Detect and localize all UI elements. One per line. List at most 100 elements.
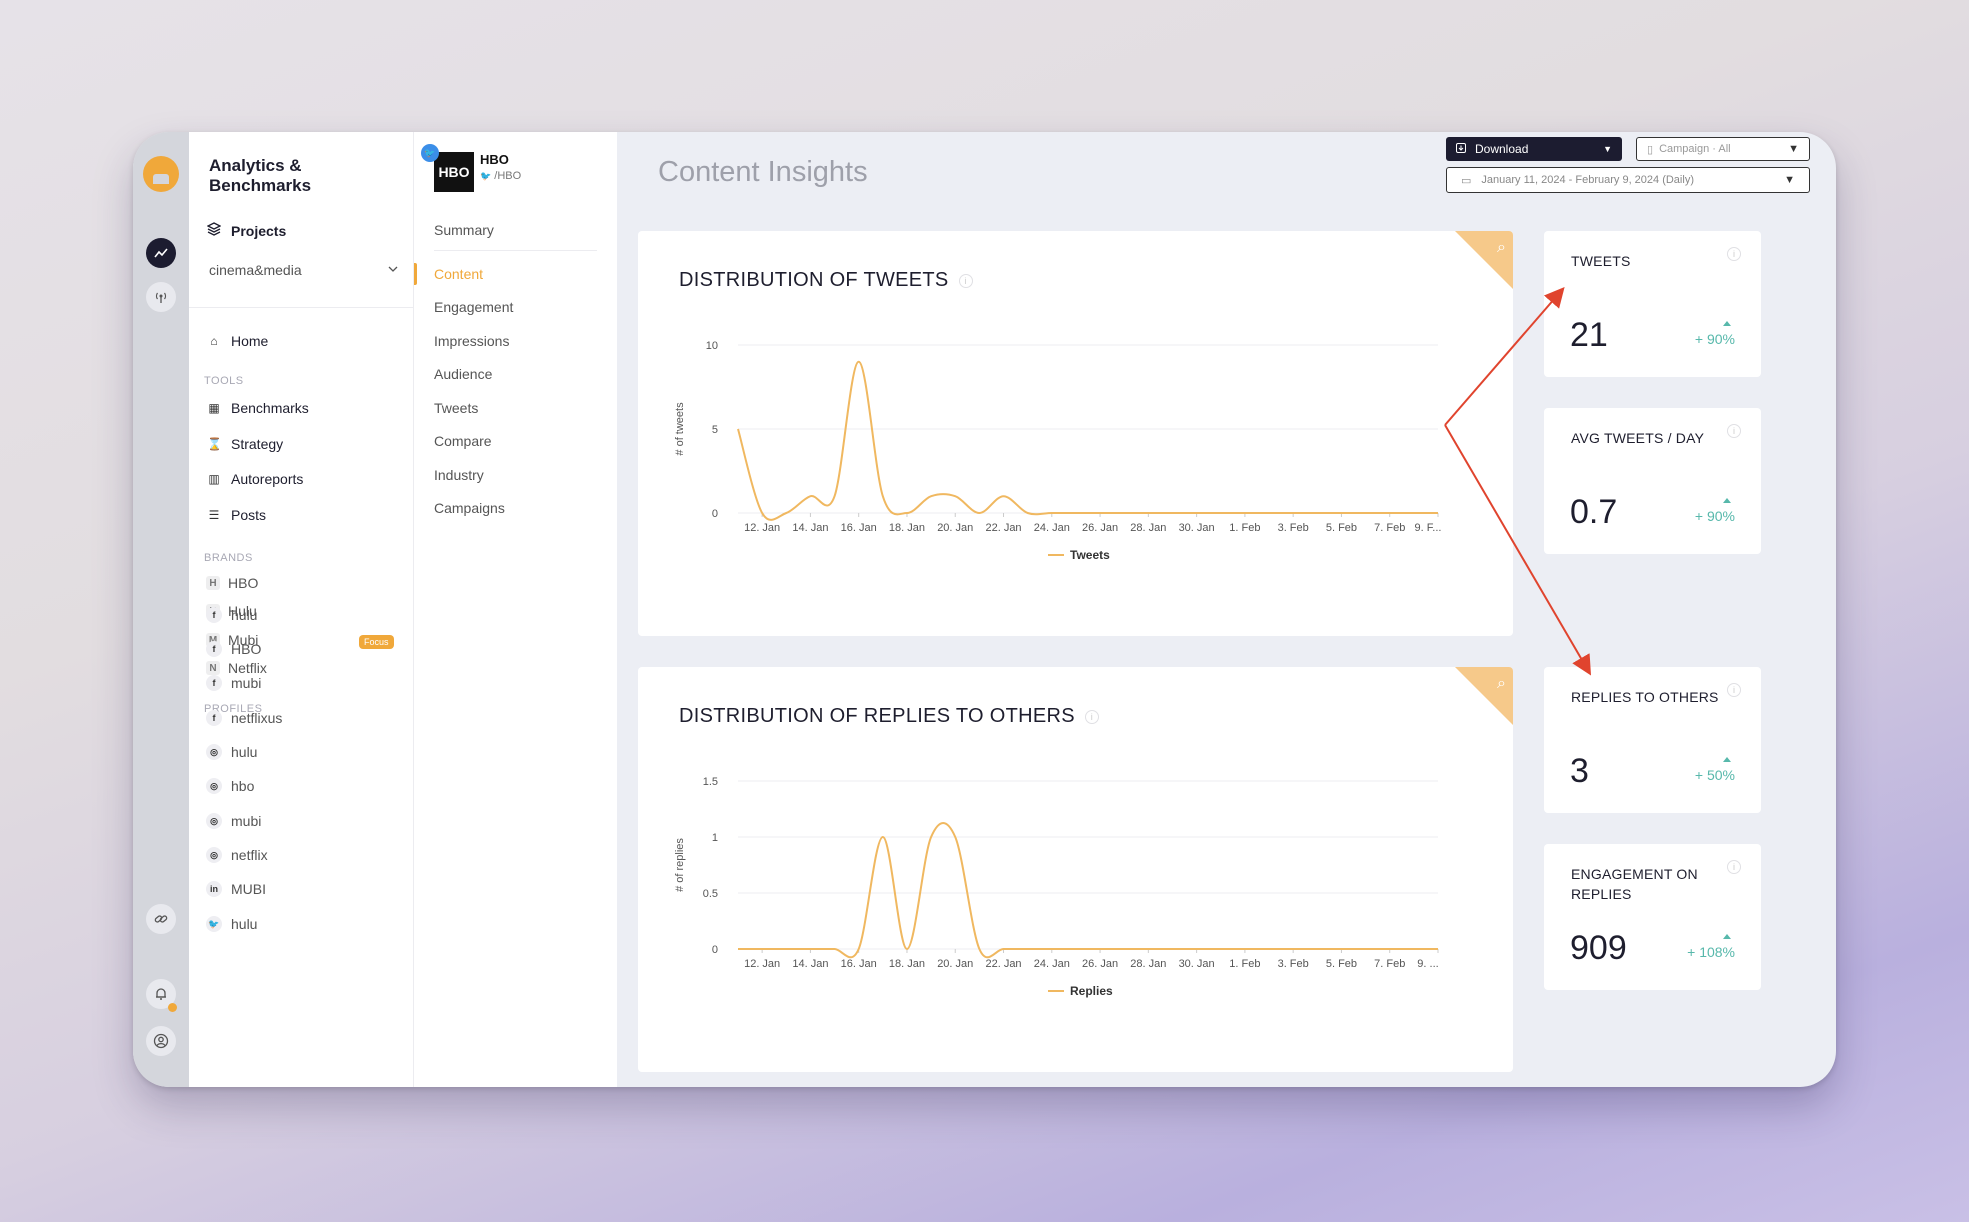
data-point[interactable] [1195, 947, 1199, 951]
info-icon[interactable]: i [1727, 424, 1741, 438]
info-icon[interactable]: i [1727, 247, 1741, 261]
data-point[interactable] [953, 835, 957, 839]
data-point[interactable] [1195, 511, 1199, 515]
brand-item[interactable]: H HBO [206, 575, 258, 591]
data-point[interactable] [881, 835, 885, 839]
data-point[interactable] [929, 494, 933, 498]
profile-item[interactable]: f hulu [206, 607, 257, 623]
analytics-icon[interactable] [146, 238, 176, 268]
data-point[interactable] [833, 947, 837, 951]
data-point[interactable] [1170, 947, 1174, 951]
data-point[interactable] [881, 494, 885, 498]
data-point[interactable] [905, 947, 909, 951]
data-point[interactable] [1026, 511, 1030, 515]
tab-compare[interactable]: Compare [434, 433, 492, 449]
profile-item[interactable]: f mubi [206, 675, 261, 691]
campaign-select[interactable]: ▯ Campaign · All ▼ [1636, 137, 1810, 161]
data-point[interactable] [1098, 947, 1102, 951]
profile-item[interactable]: ◎ netflix [206, 847, 268, 863]
data-point[interactable] [784, 947, 788, 951]
data-point[interactable] [977, 947, 981, 951]
data-point[interactable] [1315, 511, 1319, 515]
data-point[interactable] [760, 511, 764, 515]
brand-item[interactable]: N Netflix [206, 660, 267, 676]
data-point[interactable] [736, 947, 740, 951]
data-point[interactable] [1436, 947, 1440, 951]
profile-item[interactable]: in MUBI [206, 881, 266, 897]
legend-label[interactable]: Tweets [1070, 548, 1110, 562]
data-point[interactable] [1243, 511, 1247, 515]
sidebar-item-strategy[interactable]: ⌛ Strategy [207, 436, 283, 452]
data-point[interactable] [1146, 947, 1150, 951]
data-point[interactable] [1170, 511, 1174, 515]
tab-campaigns[interactable]: Campaigns [434, 500, 505, 516]
info-icon[interactable]: i [1727, 860, 1741, 874]
data-point[interactable] [1002, 947, 1006, 951]
data-point[interactable] [1291, 947, 1295, 951]
data-point[interactable] [1315, 947, 1319, 951]
data-point[interactable] [1122, 511, 1126, 515]
data-point[interactable] [784, 511, 788, 515]
data-point[interactable] [1388, 511, 1392, 515]
download-button[interactable]: Download ▼ [1446, 137, 1622, 161]
data-point[interactable] [1074, 947, 1078, 951]
data-point[interactable] [1339, 947, 1343, 951]
date-range-select[interactable]: ▭ January 11, 2024 - February 9, 2024 (D… [1446, 167, 1810, 193]
series-line[interactable] [737, 360, 1438, 521]
data-point[interactable] [953, 494, 957, 498]
profile-item[interactable]: ◎ hbo [206, 778, 254, 794]
data-point[interactable] [929, 835, 933, 839]
data-point[interactable] [1339, 511, 1343, 515]
tab-summary[interactable]: Summary [434, 222, 494, 238]
data-point[interactable] [1026, 947, 1030, 951]
tab-content[interactable]: Content [434, 266, 483, 282]
data-point[interactable] [1412, 511, 1416, 515]
sidebar-item-home[interactable]: ⌂ Home [207, 333, 268, 349]
user-icon[interactable] [146, 1026, 176, 1056]
tab-audience[interactable]: Audience [434, 366, 492, 382]
data-point[interactable] [808, 947, 812, 951]
data-point[interactable] [1388, 947, 1392, 951]
profile-item[interactable]: 🐦 hulu [206, 916, 257, 932]
data-point[interactable] [1074, 511, 1078, 515]
data-point[interactable] [808, 494, 812, 498]
data-point[interactable] [1364, 947, 1368, 951]
projects-link[interactable]: Projects [206, 222, 286, 239]
profile-item[interactable]: ◎ hulu [206, 744, 257, 760]
data-point[interactable] [1050, 511, 1054, 515]
broadcast-icon[interactable] [146, 282, 176, 312]
data-point[interactable] [1267, 947, 1271, 951]
tab-impressions[interactable]: Impressions [434, 333, 509, 349]
info-icon[interactable]: i [1727, 683, 1741, 697]
data-point[interactable] [857, 947, 861, 951]
series-line[interactable] [737, 822, 1438, 959]
profile-item[interactable]: ◎ mubi [206, 813, 261, 829]
data-point[interactable] [1291, 511, 1295, 515]
data-point[interactable] [736, 427, 740, 431]
sidebar-item-autoreports[interactable]: ▥ Autoreports [207, 471, 303, 487]
data-point[interactable] [1002, 494, 1006, 498]
profile-item[interactable]: f netflixus [206, 710, 282, 726]
data-point[interactable] [833, 494, 837, 498]
data-point[interactable] [857, 360, 861, 364]
sidebar-item-benchmarks[interactable]: ▦ Benchmarks [207, 400, 308, 416]
data-point[interactable] [1122, 947, 1126, 951]
data-point[interactable] [1098, 511, 1102, 515]
data-point[interactable] [977, 511, 981, 515]
data-point[interactable] [1267, 511, 1271, 515]
tab-tweets[interactable]: Tweets [434, 400, 478, 416]
link-icon[interactable] [146, 904, 176, 934]
profile-item[interactable]: f HBO [206, 641, 261, 657]
data-point[interactable] [905, 511, 909, 515]
data-point[interactable] [1436, 511, 1440, 515]
tab-industry[interactable]: Industry [434, 467, 484, 483]
app-logo[interactable] [143, 156, 179, 192]
data-point[interactable] [1364, 511, 1368, 515]
tab-engagement[interactable]: Engagement [434, 299, 513, 315]
data-point[interactable] [1146, 511, 1150, 515]
data-point[interactable] [760, 947, 764, 951]
legend-label[interactable]: Replies [1070, 984, 1113, 998]
data-point[interactable] [1243, 947, 1247, 951]
sidebar-item-posts[interactable]: ☰ Posts [207, 507, 266, 523]
data-point[interactable] [1050, 947, 1054, 951]
